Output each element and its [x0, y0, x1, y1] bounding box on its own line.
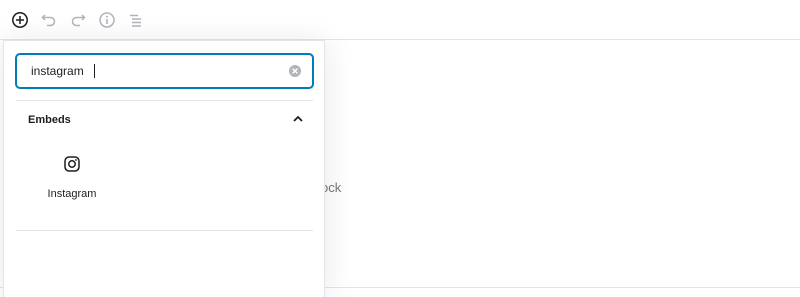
clear-search-button[interactable] [288, 64, 302, 78]
details-button[interactable] [95, 8, 119, 32]
inserter-divider [16, 100, 313, 101]
block-search-input[interactable] [17, 55, 277, 87]
panel-bottom-divider [16, 230, 313, 231]
panel-title: Embeds [28, 114, 71, 126]
block-inserter-popover: Embeds Instagram [3, 40, 325, 297]
chevron-up-icon [293, 115, 303, 122]
text-caret [94, 64, 95, 78]
block-item-label: Instagram [47, 188, 97, 200]
block-item-instagram[interactable]: Instagram [32, 149, 112, 205]
redo-button[interactable] [66, 8, 90, 32]
list-view-icon [130, 14, 141, 27]
info-icon [99, 12, 115, 28]
clear-icon [289, 65, 301, 77]
instagram-icon [64, 156, 80, 172]
add-block-icon [12, 12, 28, 28]
undo-icon [41, 14, 56, 27]
block-search-field [16, 54, 313, 88]
redo-icon [71, 14, 86, 27]
add-block-button[interactable] [8, 8, 32, 32]
undo-button[interactable] [37, 8, 61, 32]
list-view-button[interactable] [124, 8, 148, 32]
embeds-panel-toggle[interactable]: Embeds [16, 107, 313, 133]
editor-toolbar [0, 0, 800, 40]
